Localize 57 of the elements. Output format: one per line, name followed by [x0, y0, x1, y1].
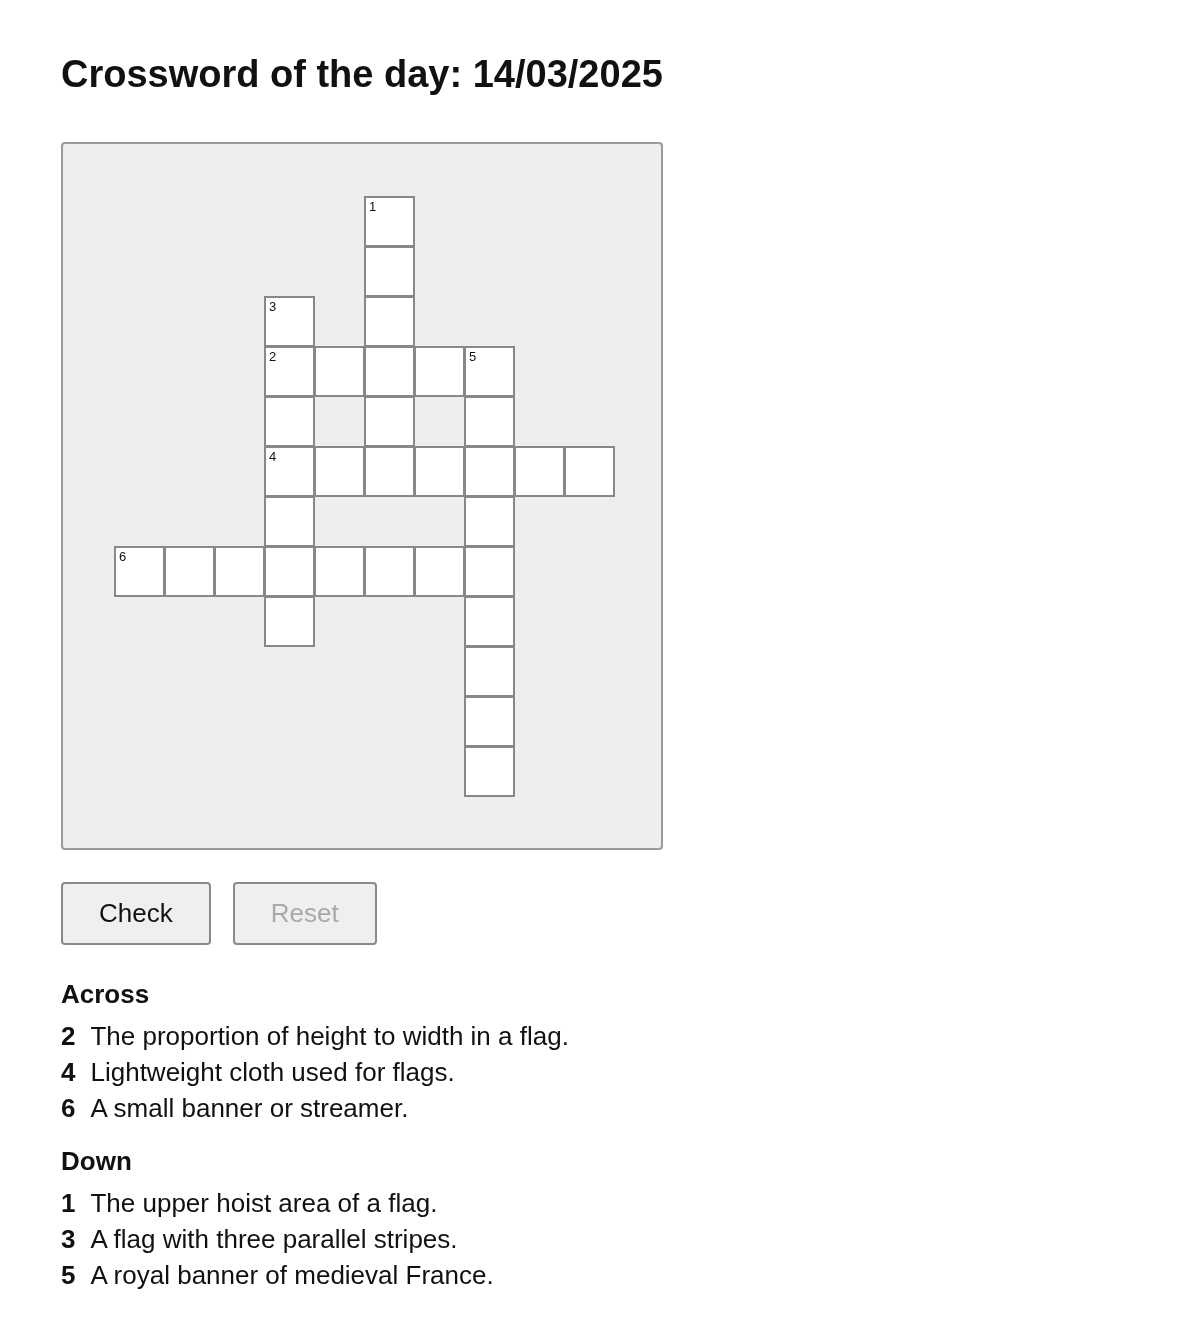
answer-cell[interactable]: [464, 645, 515, 697]
answer-cell[interactable]: 1: [364, 195, 415, 247]
answer-cell[interactable]: [164, 545, 215, 597]
answer-cell[interactable]: [464, 445, 515, 497]
answer-cell[interactable]: [414, 445, 465, 497]
answer-cell[interactable]: [364, 545, 415, 597]
clue-number: 5: [469, 349, 477, 363]
answer-cell[interactable]: [364, 345, 415, 397]
answer-cell[interactable]: [364, 295, 415, 347]
answer-cell[interactable]: [364, 445, 415, 497]
clue-number: 1: [369, 199, 377, 213]
clue-text: The proportion of height to width in a flag.: [90, 1019, 569, 1053]
clue-number: 3: [269, 299, 277, 313]
answer-cell[interactable]: 3: [264, 295, 315, 347]
answer-cell[interactable]: [264, 545, 315, 597]
answer-cell[interactable]: [564, 445, 615, 497]
clue-number: 4: [61, 1055, 76, 1089]
answer-cell[interactable]: [464, 695, 515, 747]
answer-cell[interactable]: 2: [264, 345, 315, 397]
answer-cell[interactable]: [314, 545, 365, 597]
clue-heading: Down: [61, 1145, 133, 1177]
answer-cell[interactable]: [314, 445, 365, 497]
clue-number: 5: [61, 1258, 76, 1292]
answer-cell[interactable]: [264, 595, 315, 647]
clue-number: 6: [61, 1091, 76, 1125]
clue-text: Lightweight cloth used for flags.: [90, 1055, 455, 1089]
answer-cell[interactable]: [364, 245, 415, 297]
clue-number: 2: [61, 1019, 76, 1053]
answer-cell[interactable]: [214, 545, 265, 597]
answer-cell[interactable]: [314, 345, 365, 397]
answer-cell[interactable]: 4: [264, 445, 315, 497]
answer-cell[interactable]: [364, 395, 415, 447]
answer-cell[interactable]: [414, 345, 465, 397]
answer-cell[interactable]: [464, 745, 515, 797]
answer-cell[interactable]: 6: [114, 545, 165, 597]
clue-heading: Across: [61, 978, 151, 1010]
answer-cell[interactable]: [264, 395, 315, 447]
answer-cell[interactable]: [464, 495, 515, 547]
clue-text: A flag with three parallel stripes.: [90, 1222, 458, 1256]
clue-number: 3: [61, 1222, 76, 1256]
answer-cell[interactable]: 5: [464, 345, 515, 397]
answer-cell[interactable]: [264, 495, 315, 547]
clue-text: A small banner or streamer.: [90, 1091, 409, 1125]
action-button: Reset: [232, 881, 377, 945]
clue-number: 4: [269, 449, 277, 463]
clue-number: 1: [61, 1186, 76, 1220]
clue-number: 6: [119, 549, 127, 563]
answer-cell[interactable]: [464, 395, 515, 447]
answer-cell[interactable]: [464, 545, 515, 597]
answer-cell[interactable]: [514, 445, 565, 497]
answer-cell[interactable]: [464, 595, 515, 647]
clue-text: The upper hoist area of a flag.: [90, 1186, 438, 1220]
action-button[interactable]: Check: [61, 881, 211, 945]
page-title: Crossword of the day: 14/03/2025: [61, 52, 664, 97]
answer-cell[interactable]: [414, 545, 465, 597]
clue-text: A royal banner of medieval France.: [90, 1258, 494, 1292]
clue-number: 2: [269, 349, 277, 363]
